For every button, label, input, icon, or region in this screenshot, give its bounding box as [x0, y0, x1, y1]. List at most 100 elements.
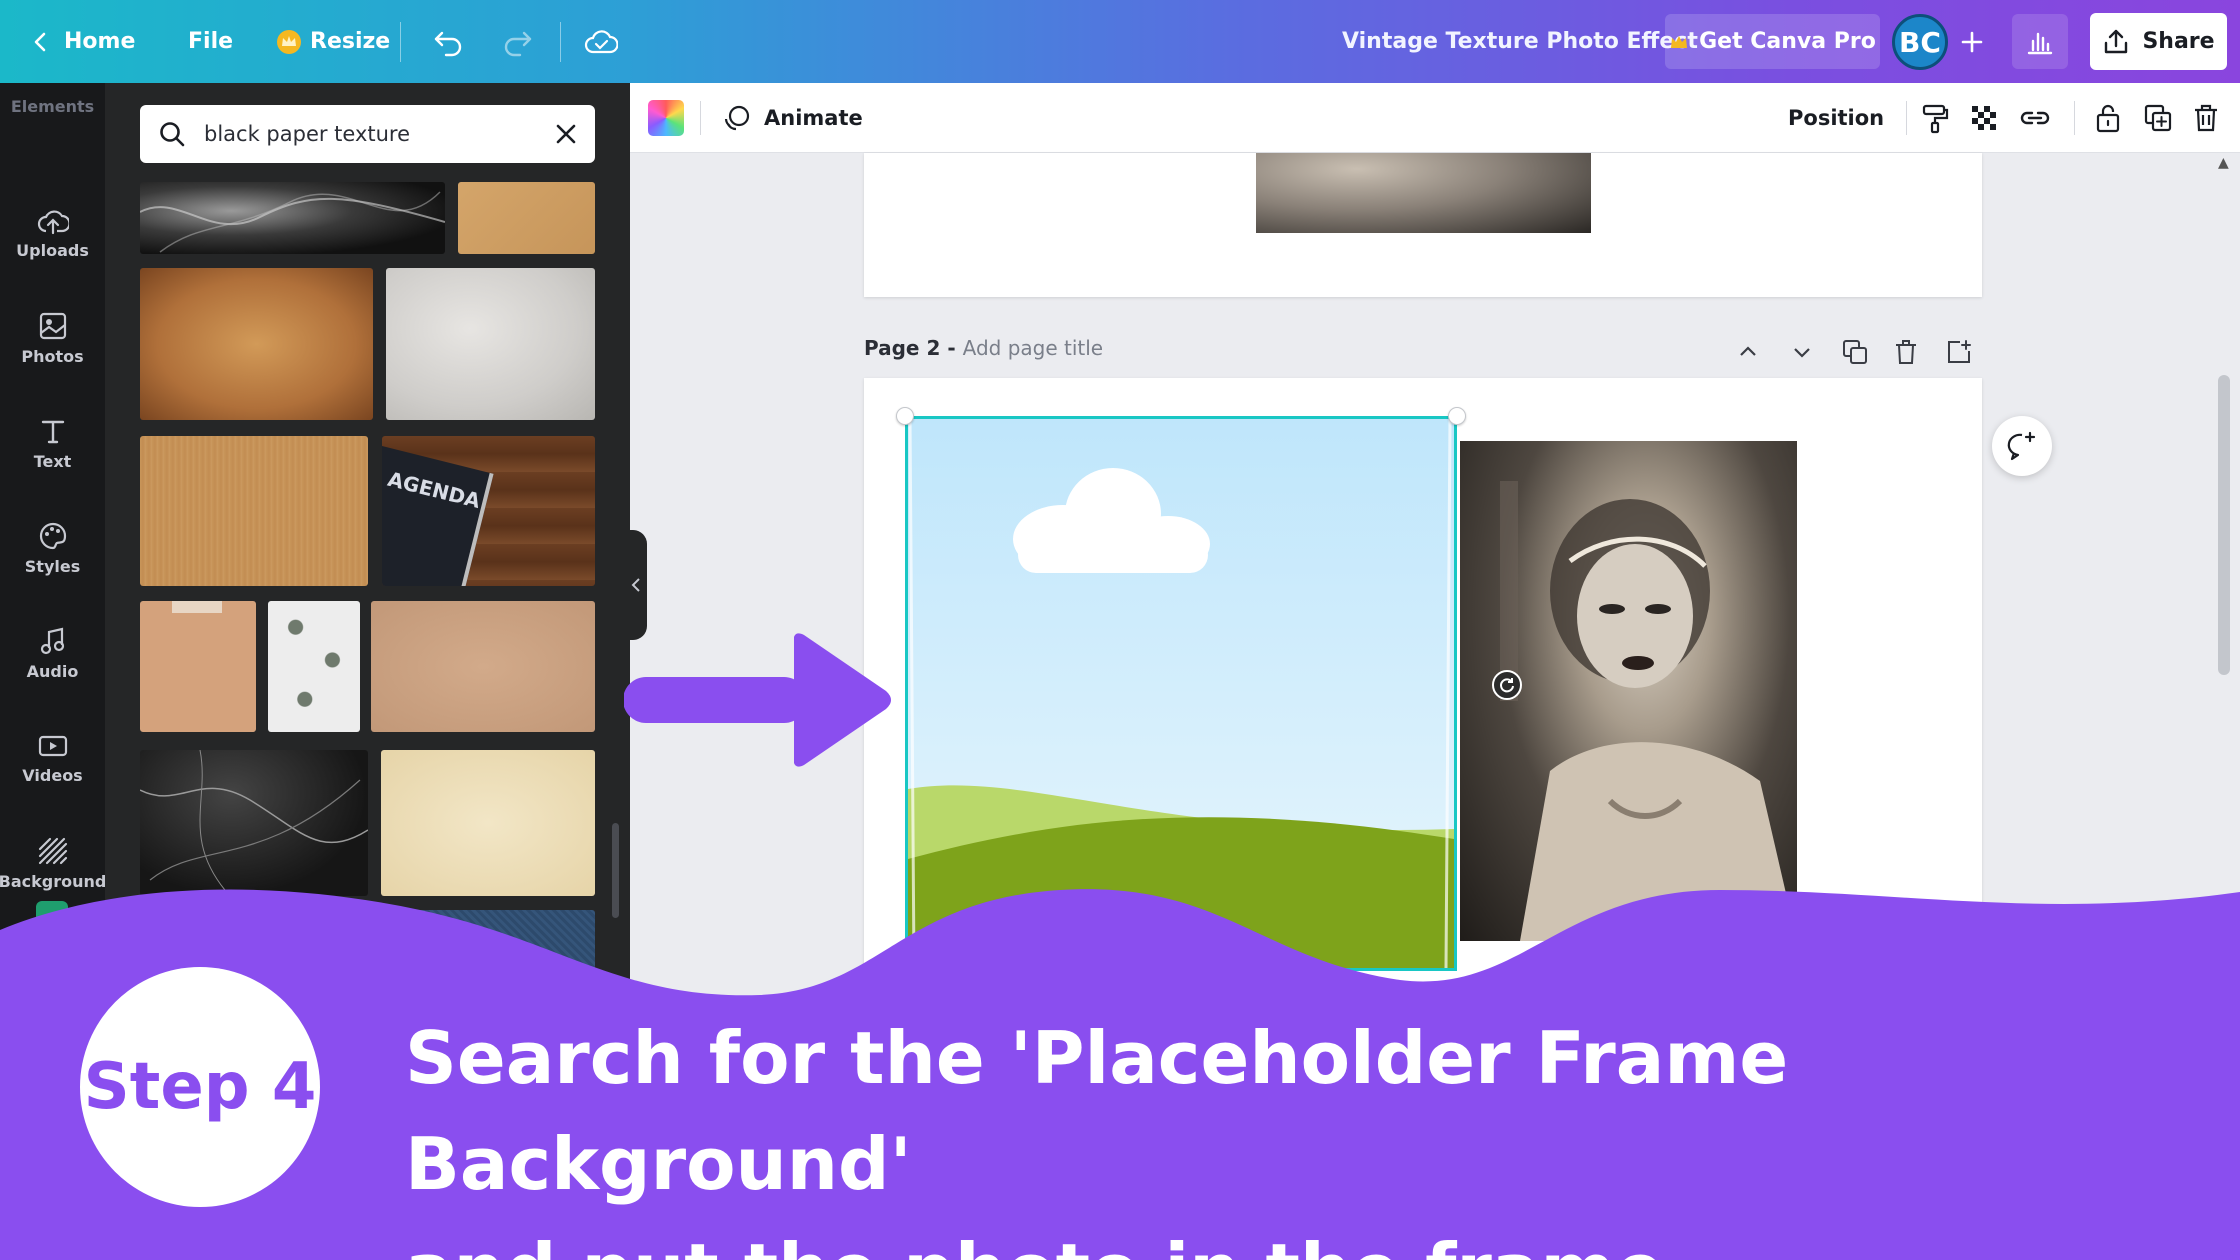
top-bar: Home File Resize Vintage Texture Photo E…	[0, 0, 2240, 83]
transparency-button[interactable]	[1970, 83, 1998, 153]
add-comment-button[interactable]	[1992, 416, 2052, 476]
redo-button[interactable]	[500, 0, 534, 83]
link-button[interactable]	[2018, 83, 2052, 153]
unlock-icon	[2096, 104, 2120, 133]
texture-thumb-floral[interactable]	[268, 601, 360, 732]
resize-button[interactable]: Resize	[276, 0, 390, 83]
share-upload-icon	[2105, 29, 2128, 53]
chevron-left-icon	[34, 32, 46, 51]
share-label: Share	[2142, 29, 2215, 54]
chevron-left-icon	[631, 578, 640, 592]
page-1[interactable]	[864, 153, 1982, 297]
position-button[interactable]: Position	[1788, 83, 1884, 153]
rail-item-audio[interactable]: Audio	[0, 608, 105, 698]
checkerboard-icon	[1972, 106, 1996, 130]
color-swatch	[648, 100, 684, 136]
comment-plus-icon	[2007, 431, 2036, 461]
crown-icon	[277, 29, 301, 54]
page-down-button[interactable]	[1790, 334, 1814, 370]
texture-thumb-beige-paper[interactable]	[371, 601, 595, 732]
resize-handle-top-right[interactable]	[1448, 407, 1466, 425]
add-page-button[interactable]	[1946, 334, 1972, 370]
music-note-icon	[40, 627, 64, 654]
instruction-caption: Search for the 'Placeholder Frame Backgr…	[405, 1005, 2205, 1260]
share-button[interactable]: Share	[2090, 13, 2227, 70]
paint-roller-icon	[1922, 104, 1949, 134]
texture-thumb-tape-note[interactable]	[140, 601, 256, 732]
user-avatar[interactable]: BC	[1892, 14, 1948, 70]
rail-label-photos: Photos	[21, 346, 84, 366]
insights-button[interactable]	[2012, 14, 2068, 69]
page-title-placeholder[interactable]: Add page title	[963, 336, 1104, 360]
resize-handle-top-left[interactable]	[896, 407, 914, 425]
page-2-number: Page 2 -	[864, 336, 956, 360]
rotate-handle[interactable]	[1492, 670, 1522, 700]
rail-item-text[interactable]: Text	[0, 398, 105, 488]
chevron-up-icon	[1740, 346, 1756, 356]
step-badge: Step 4	[80, 967, 320, 1207]
duplicate-page-button[interactable]	[1842, 334, 1868, 370]
file-menu-button[interactable]: File	[188, 0, 233, 83]
page-up-button[interactable]	[1736, 334, 1760, 370]
toolbar-divider	[1906, 101, 1907, 135]
crown-icon	[1671, 35, 1688, 48]
animate-icon	[724, 105, 750, 131]
caption-line-1: Search for the 'Placeholder Frame Backgr…	[405, 1016, 1789, 1206]
cloud-check-icon	[584, 29, 618, 53]
get-canva-pro-label: Get Canva Pro	[1699, 29, 1876, 54]
rail-item-styles[interactable]: Styles	[0, 503, 105, 593]
toolbar-divider	[2074, 101, 2075, 135]
redo-icon	[504, 31, 532, 56]
home-label: Home	[64, 29, 136, 54]
lock-button[interactable]	[2094, 83, 2122, 153]
rail-item-photos[interactable]: Photos	[0, 293, 105, 383]
animate-button[interactable]: Animate	[722, 83, 863, 153]
delete-button[interactable]	[2192, 83, 2220, 153]
search-input[interactable]: black paper texture	[204, 122, 555, 146]
canvas-scrollbar[interactable]	[2218, 375, 2230, 675]
cloud-upload-icon	[37, 210, 69, 234]
rail-item-elements-label[interactable]: Elements	[0, 97, 105, 116]
page-2-title[interactable]: Page 2 - Add page title	[864, 336, 1103, 360]
topbar-divider	[400, 22, 401, 62]
palette-icon	[39, 522, 66, 549]
rail-item-videos[interactable]: Videos	[0, 713, 105, 803]
texture-thumb-cardboard[interactable]	[140, 436, 368, 586]
collapse-panel-button[interactable]	[625, 530, 647, 640]
resize-label: Resize	[310, 29, 391, 54]
scroll-up-arrow-icon[interactable]: ▲	[2218, 155, 2232, 171]
trash-icon	[1896, 340, 1916, 364]
get-canva-pro-button[interactable]: Get Canva Pro	[1665, 14, 1880, 69]
texture-thumb-marble-dark[interactable]	[140, 182, 445, 254]
color-picker-button[interactable]	[648, 83, 684, 153]
duplicate-button[interactable]	[2143, 83, 2173, 153]
video-icon	[38, 735, 67, 756]
invite-plus-button[interactable]	[1952, 22, 1992, 62]
delete-page-button[interactable]	[1894, 334, 1918, 370]
texture-thumb-grey-paper[interactable]	[386, 268, 595, 420]
clear-search-icon[interactable]	[555, 123, 577, 145]
texture-thumb-old-parchment[interactable]	[140, 268, 373, 420]
rail-item-uploads[interactable]: Uploads	[0, 188, 105, 278]
bar-chart-icon	[2027, 32, 2053, 54]
undo-icon	[434, 31, 462, 56]
document-title[interactable]: Vintage Texture Photo Effect	[1342, 0, 1698, 83]
animate-label: Animate	[764, 106, 863, 130]
tape-strip	[172, 601, 222, 613]
caption-line-2: and put the photo in the frame.	[405, 1217, 2205, 1260]
page1-photo-crop[interactable]	[1256, 153, 1591, 233]
toolbar-divider	[700, 101, 701, 135]
canva-editor-screen: Home File Resize Vintage Texture Photo E…	[0, 0, 2240, 1260]
texture-thumb-wood-agenda[interactable]: AGENDA	[382, 436, 595, 586]
search-box[interactable]: black paper texture	[140, 105, 595, 163]
duplicate-icon	[1843, 340, 1867, 364]
rail-label-audio: Audio	[26, 661, 79, 681]
copy-style-button[interactable]	[1920, 83, 1950, 153]
texture-thumb-kraft[interactable]	[458, 182, 595, 254]
marble-veins	[140, 191, 445, 253]
plus-icon	[1961, 31, 1983, 53]
undo-button[interactable]	[432, 0, 466, 83]
save-status-button[interactable]	[584, 0, 618, 83]
home-button[interactable]: Home	[30, 0, 135, 83]
text-icon	[41, 420, 64, 443]
